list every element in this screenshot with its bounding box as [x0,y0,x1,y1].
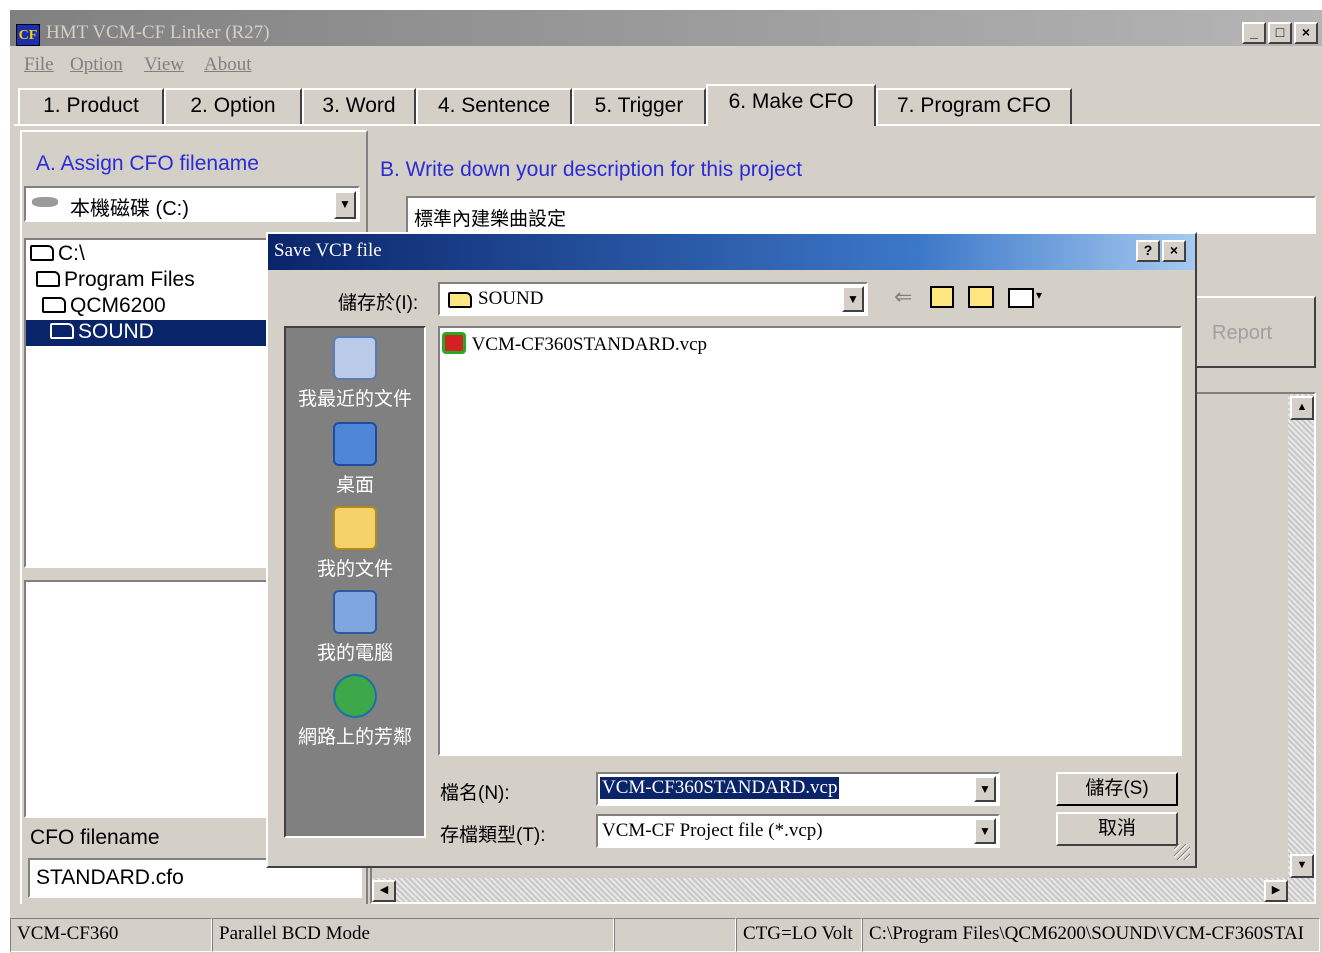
report-button-label: Report [1212,322,1273,344]
menu-bar: File Option View About [10,48,1322,80]
save-in-label: 儲存於(I): [338,293,419,314]
place-my-computer[interactable]: 我的電腦 [286,590,424,665]
save-in-value: SOUND [478,288,544,309]
tree-item-c[interactable]: C:\ [30,242,85,268]
place-recent[interactable]: 我最近的文件 [286,336,424,411]
minimize-button[interactable]: _ [1242,22,1266,44]
tab-word[interactable]: 3. Word [302,88,416,124]
drive-icon [32,197,58,207]
place-label: 我最近的文件 [297,389,412,410]
up-folder-icon[interactable] [930,286,954,308]
scroll-left-button[interactable]: ◀ [372,880,396,902]
open-folder-icon [36,271,60,287]
description-value: 標準內建樂曲設定 [414,209,567,230]
menu-about[interactable]: About [204,54,252,76]
desktop-icon [333,422,377,466]
maximize-button[interactable]: □ [1268,22,1292,44]
status-empty [614,918,736,952]
drive-combo[interactable]: 本機磁碟 (C:) ▼ [24,186,360,222]
drive-value: 本機磁碟 (C:) [70,198,189,220]
chevron-down-icon[interactable]: ▼ [842,286,864,312]
place-label: 桌面 [335,475,374,496]
status-mode: Parallel BCD Mode [212,918,614,952]
save-in-combo[interactable]: SOUND ▼ [438,282,868,316]
place-my-documents[interactable]: 我的文件 [286,506,424,581]
tab-option[interactable]: 2. Option [164,88,302,124]
places-bar: 我最近的文件 桌面 我的文件 我的電腦 網路上的芳鄰 [284,326,426,838]
place-network[interactable]: 網路上的芳鄰 [286,674,424,749]
vertical-scrollbar[interactable] [1288,394,1314,902]
recent-documents-icon [333,336,377,380]
place-label: 我的電腦 [316,643,393,664]
tree-item-qcm6200[interactable]: QCM6200 [42,294,166,320]
tab-sentence[interactable]: 4. Sentence [416,88,572,124]
filetype-label: 存檔類型(T): [440,825,546,846]
tree-item-label: SOUND [78,320,154,343]
my-documents-icon [333,506,377,550]
close-button[interactable]: × [1294,22,1318,44]
cfo-filename-value: STANDARD.cfo [36,866,184,889]
status-ctg: CTG=LO Volt [736,918,862,952]
tree-item-label: Program Files [64,268,195,291]
file-list-box[interactable] [24,580,270,818]
file-name: VCM-CF360STANDARD.vcp [471,334,708,355]
menu-option[interactable]: Option [70,54,123,76]
save-button[interactable]: 儲存(S) [1056,772,1178,806]
cfo-filename-label: CFO filename [30,826,160,849]
help-button[interactable]: ? [1136,240,1160,262]
scroll-up-button[interactable]: ▲ [1290,396,1314,420]
place-label: 網路上的芳鄰 [297,727,412,748]
tree-item-program-files[interactable]: Program Files [36,268,195,294]
status-model: VCM-CF360 [10,918,212,952]
place-label: 我的文件 [316,559,393,580]
section-b-label: B. Write down your description for this … [380,158,803,181]
my-computer-icon [333,590,377,634]
tab-product[interactable]: 1. Product [18,88,164,124]
new-folder-icon[interactable] [968,286,994,308]
tab-program-cfo[interactable]: 7. Program CFO [876,88,1072,124]
folder-icon [448,292,472,308]
save-dialog: Save VCP file ? × 儲存於(I): SOUND ▼ ⇐ ▾ 我最… [266,232,1197,868]
dialog-title-bar[interactable]: Save VCP file ? × [268,234,1195,270]
open-folder-icon [42,297,66,313]
dialog-file-list[interactable]: VCM-CF360STANDARD.vcp [438,326,1182,756]
view-menu-icon[interactable] [1008,288,1034,308]
horizontal-scrollbar[interactable] [372,878,1288,902]
filename-label: 檔名(N): [440,783,510,804]
chevron-down-icon[interactable]: ▼ [974,776,996,802]
status-path: C:\Program Files\QCM6200\SOUND\VCM-CF360… [862,918,1320,952]
section-a-label: A. Assign CFO filename [36,152,259,175]
chevron-down-icon[interactable]: ▼ [974,818,996,844]
description-input[interactable]: 標準內建樂曲設定 [406,196,1316,234]
tab-trigger[interactable]: 5. Trigger [572,88,706,124]
vcp-file-icon [442,332,466,354]
open-folder-icon [30,245,54,261]
network-places-icon [333,674,377,718]
filetype-value: VCM-CF Project file (*.vcp) [602,820,823,841]
file-item[interactable]: VCM-CF360STANDARD.vcp [442,332,707,356]
menu-view[interactable]: View [144,54,184,76]
menu-file[interactable]: File [24,54,54,76]
tab-make-cfo[interactable]: 6. Make CFO [706,84,876,126]
place-desktop[interactable]: 桌面 [286,422,424,497]
dialog-title: Save VCP file [274,240,382,261]
dialog-close-button[interactable]: × [1162,240,1186,262]
filename-value: VCM-CF360STANDARD.vcp [600,777,840,799]
scroll-right-button[interactable]: ▶ [1264,880,1288,902]
chevron-down-icon[interactable]: ▼ [334,191,356,219]
app-icon: CF [16,24,40,46]
chevron-down-icon[interactable]: ▾ [1036,288,1042,302]
scroll-down-button[interactable]: ▼ [1290,854,1314,878]
tree-item-label: C:\ [58,242,85,265]
tree-item-label: QCM6200 [70,294,166,317]
filetype-combo[interactable]: VCM-CF Project file (*.vcp) ▼ [596,814,1000,848]
back-icon[interactable]: ⇐ [894,284,912,310]
open-folder-icon [50,323,74,339]
cancel-button[interactable]: 取消 [1056,812,1178,846]
filename-input[interactable]: VCM-CF360STANDARD.vcp ▼ [596,772,1000,806]
tree-item-sound[interactable]: SOUND [26,320,268,346]
folder-tree[interactable]: C:\ Program Files QCM6200 SOUND [24,238,270,568]
window-title: HMT VCM-CF Linker (R27) [46,22,270,43]
resize-grip-icon[interactable] [1174,844,1190,860]
